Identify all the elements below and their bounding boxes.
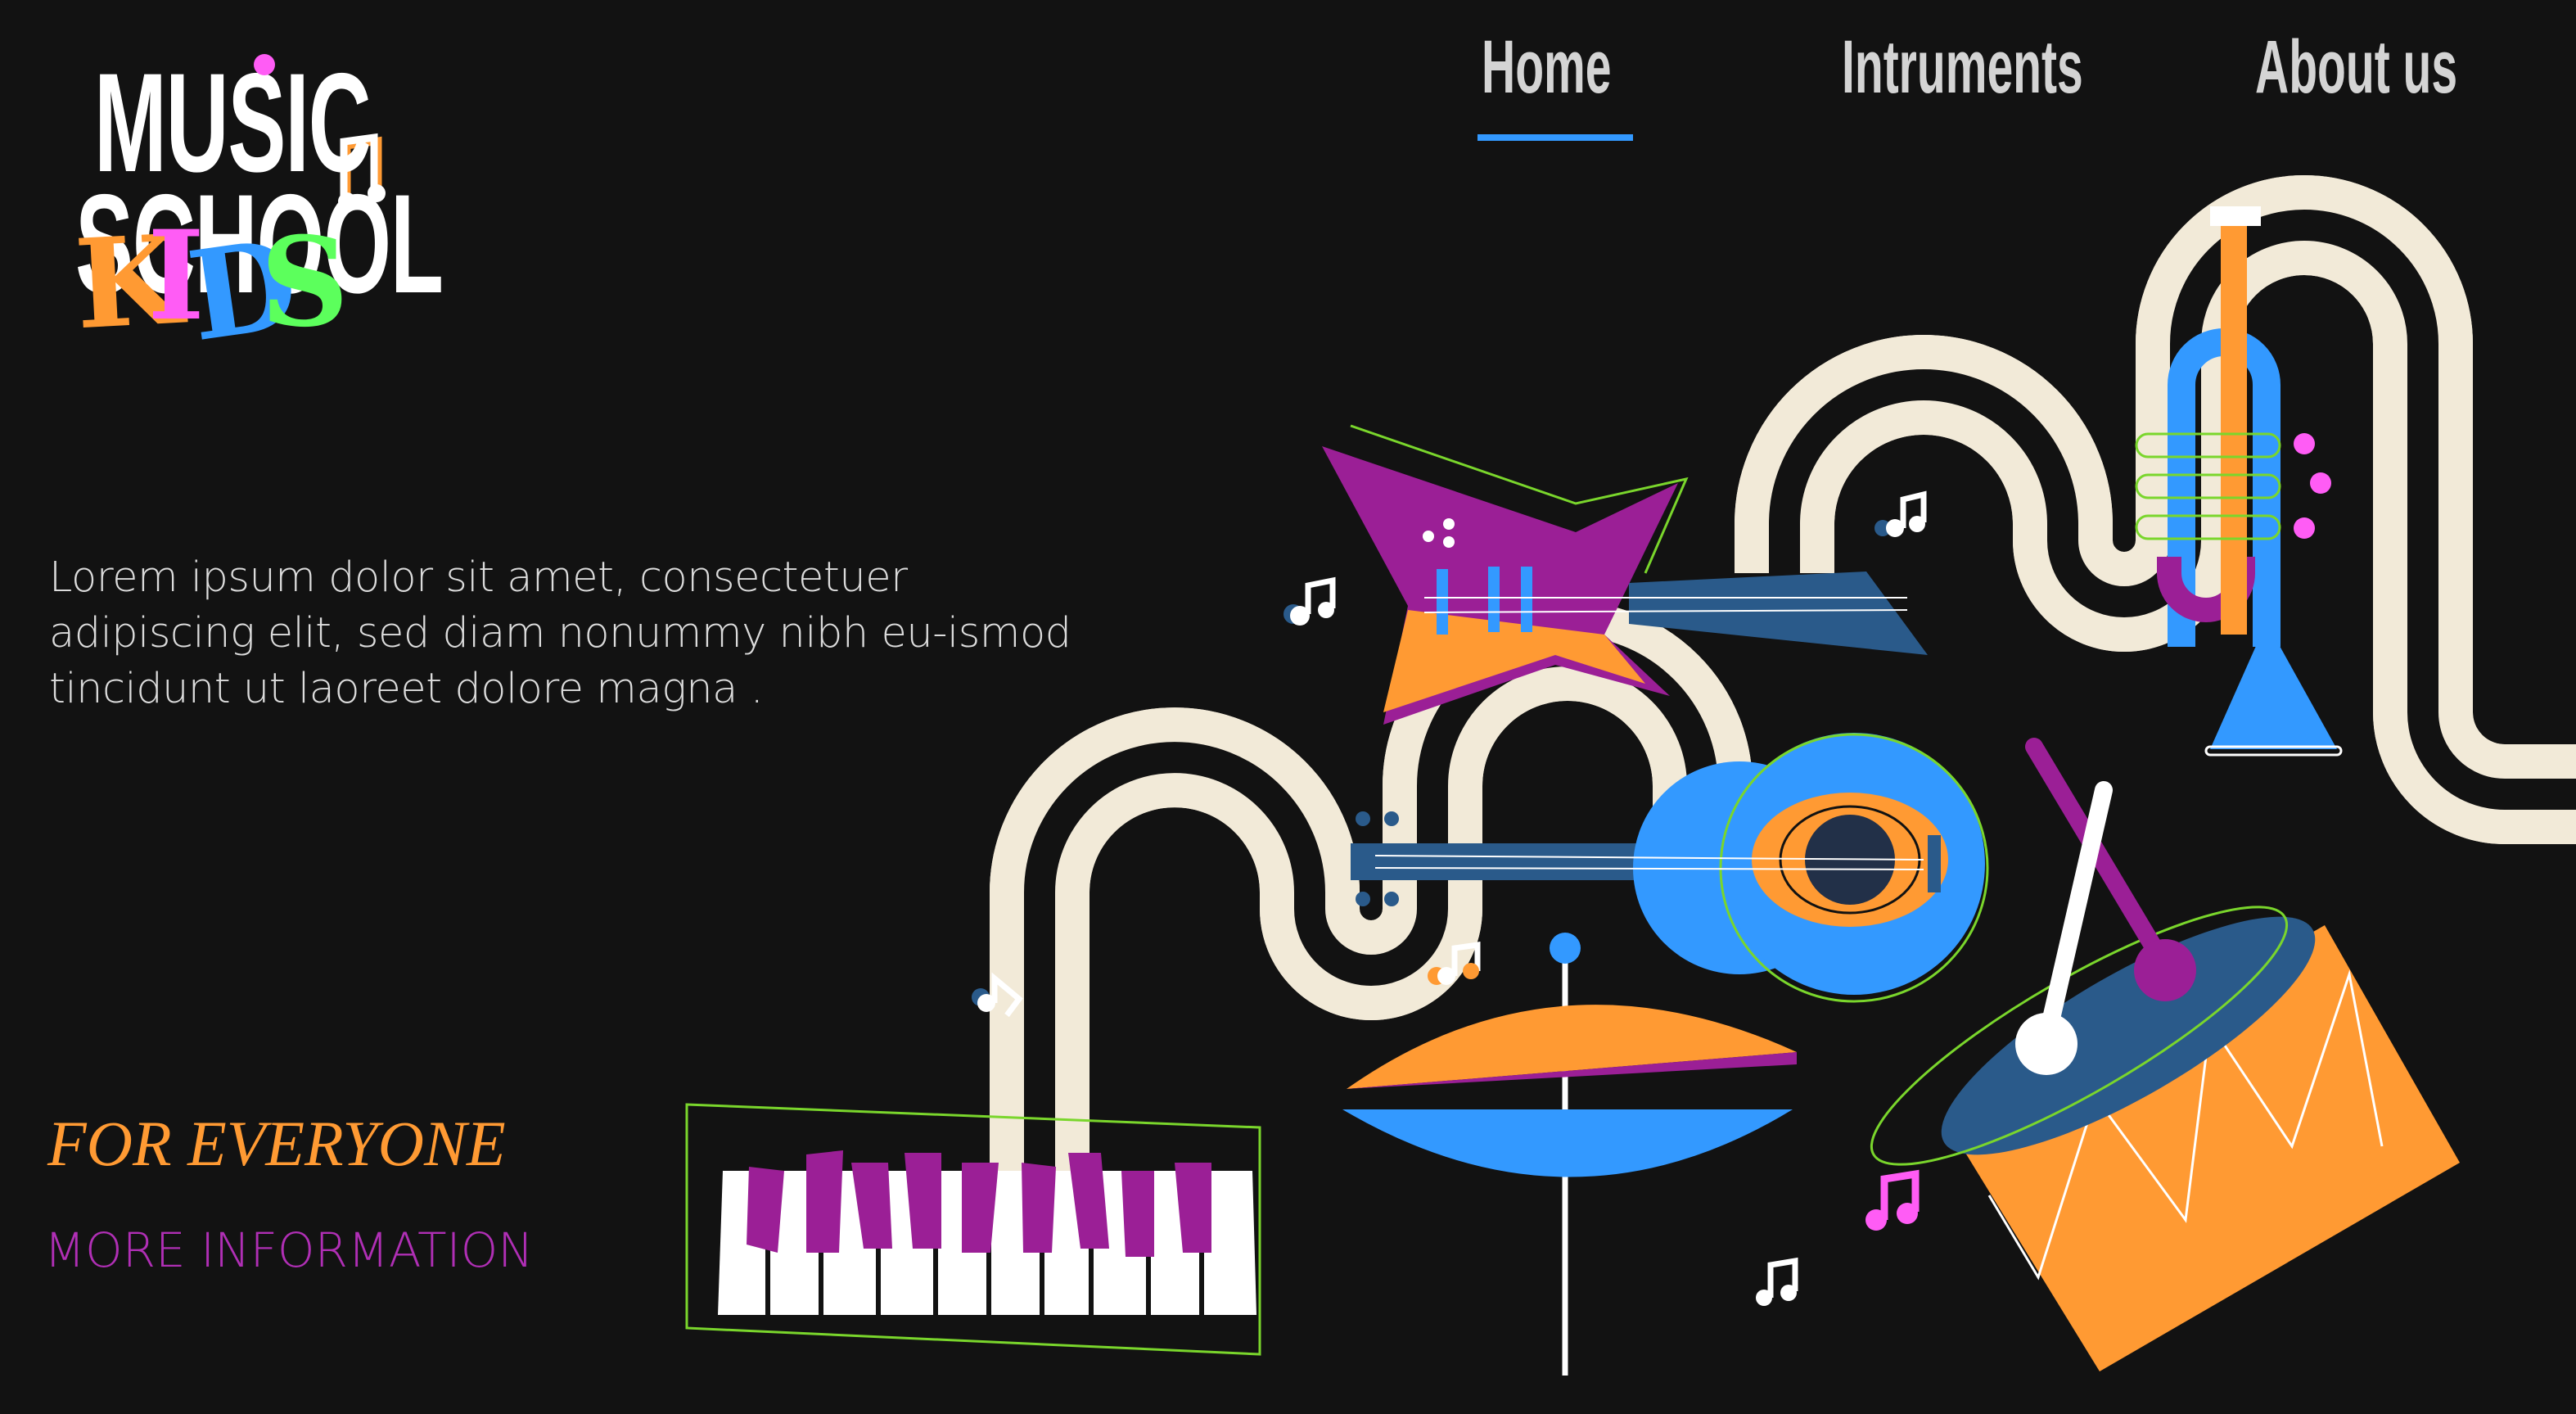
logo-letter-s: S [260,210,350,355]
tagline: FOR EVERYONE [47,1108,506,1179]
music-note-icon [1865,1169,1920,1231]
nav-instruments[interactable]: Intruments [1842,29,2083,105]
intro-text: Lorem ipsum dolor sit amet, consectetuer… [49,553,1071,713]
nav-about-us[interactable]: About us [2255,29,2457,105]
keyboard-illustration [685,1103,1261,1356]
logo[interactable]: MUSIC SCHOOL K I D S [0,0,444,369]
more-information-link[interactable]: MORE INFORMATION [44,1227,534,1274]
nav-home[interactable]: Home [1482,29,1611,105]
music-note-icon [1874,490,1927,537]
music-note-icon [1283,576,1336,626]
logo-i-dot [254,54,275,75]
nav-active-indicator [1477,134,1633,141]
music-note-icon [1756,1257,1798,1306]
